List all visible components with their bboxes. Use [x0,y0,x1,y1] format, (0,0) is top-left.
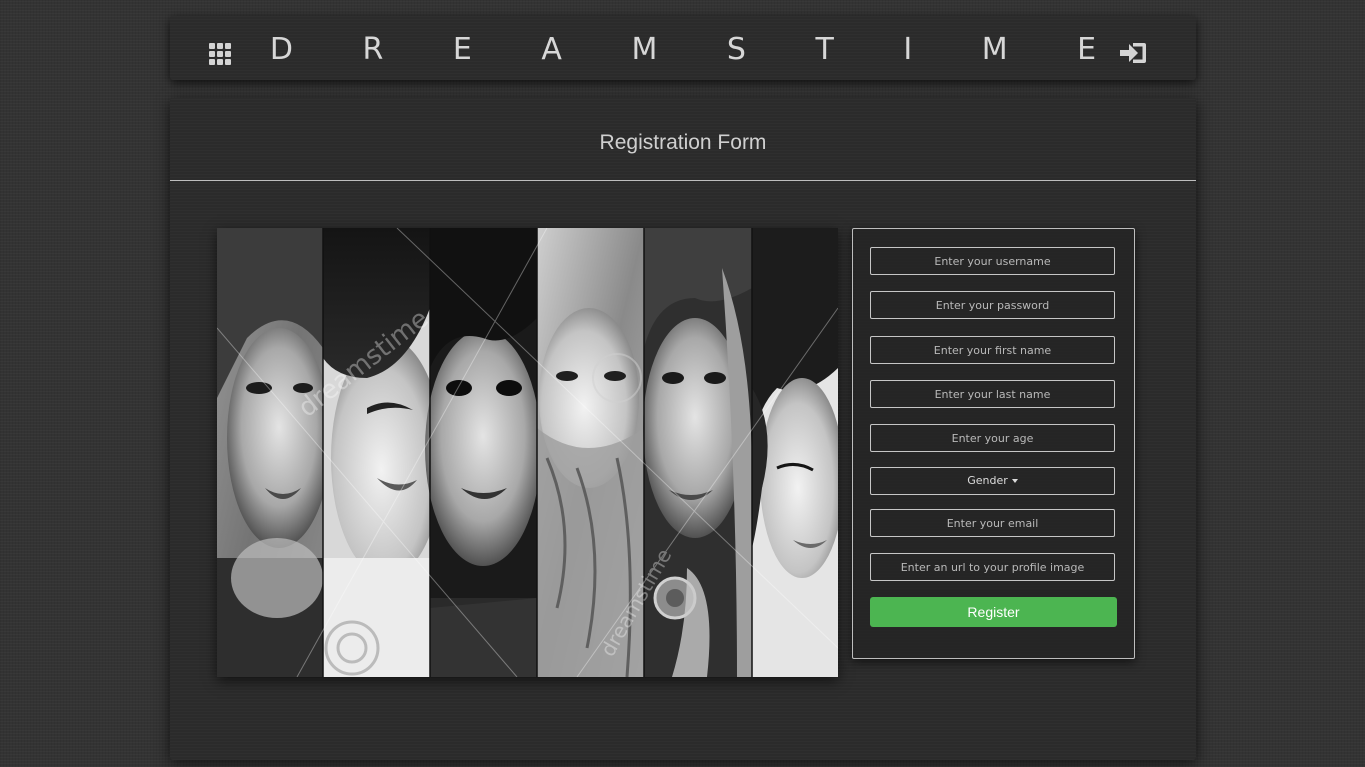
portrait-strip-1 [217,228,331,677]
password-field[interactable] [870,291,1115,319]
portrait-strip-6 [752,228,838,677]
email-field[interactable] [870,509,1115,537]
top-navbar: D R E A M S T I M E [170,16,1196,80]
grid-icon[interactable] [209,43,231,65]
register-button[interactable]: Register [870,597,1117,627]
registration-form: Gender Register [852,228,1135,659]
last-name-field[interactable] [870,380,1115,408]
page-title: Registration Form [599,131,767,154]
brand-logo[interactable]: D R E A M S T I M E [170,30,1196,70]
profile-image-url-field[interactable] [870,553,1115,581]
portrait-strip-3 [425,228,541,677]
username-field[interactable] [870,247,1115,275]
age-field[interactable] [870,424,1115,452]
sign-in-icon[interactable] [1118,40,1148,66]
gender-dropdown[interactable]: Gender [870,467,1115,495]
caret-down-icon [1011,479,1018,483]
panel-heading: Registration Form [170,98,1196,181]
first-name-field[interactable] [870,336,1115,364]
portrait-strip-2 [323,228,443,677]
hero-image: dreamstime dreamstime [217,228,838,677]
gender-label: Gender [967,474,1008,487]
portrait-collage: dreamstime dreamstime [217,228,838,677]
